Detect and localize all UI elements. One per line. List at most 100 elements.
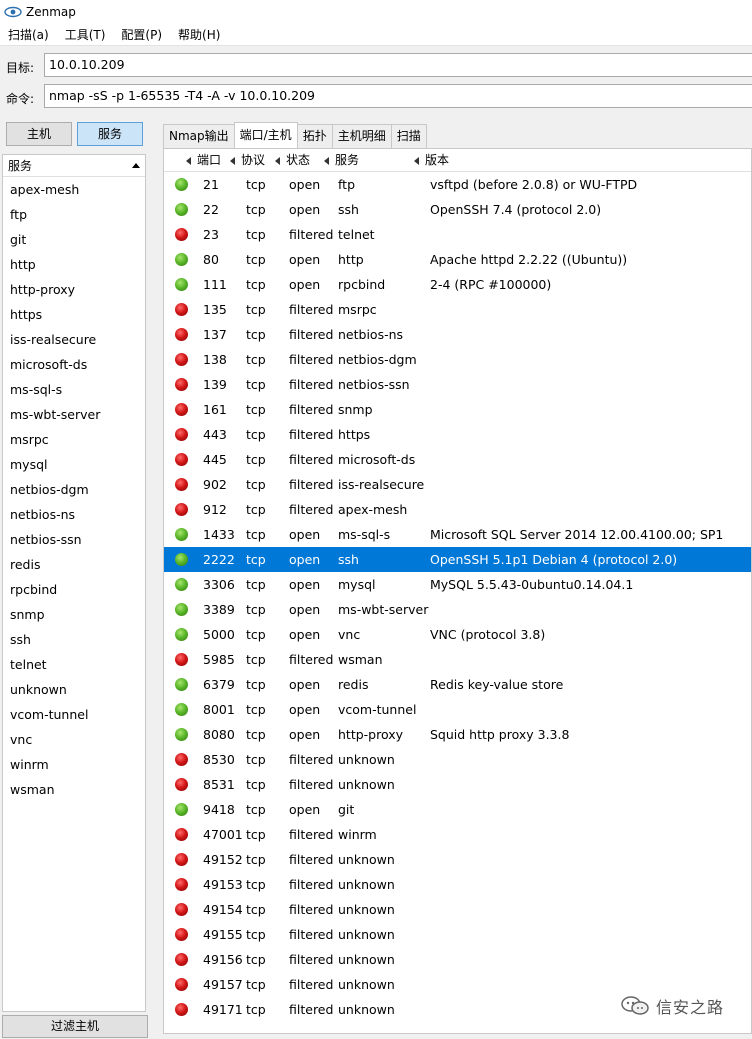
table-row[interactable]: 49156 tcp filtered unknown — [164, 947, 751, 972]
service-list-item[interactable]: ms-sql-s — [3, 377, 145, 402]
table-row[interactable]: 49153 tcp filtered unknown — [164, 872, 751, 897]
service-list-item[interactable]: telnet — [3, 652, 145, 677]
tab-scans[interactable]: 扫描 — [390, 124, 427, 148]
tab-host-details[interactable]: 主机明细 — [331, 124, 392, 148]
tab-ports-hosts[interactable]: 端口/主机 — [233, 122, 298, 148]
service-cell: unknown — [338, 777, 395, 792]
port-filtered-status-icon — [175, 778, 188, 791]
port-filtered-status-icon — [175, 403, 188, 416]
column-header-service[interactable]: 服务 — [324, 149, 359, 172]
service-list-item[interactable]: https — [3, 302, 145, 327]
service-list-item[interactable]: snmp — [3, 602, 145, 627]
table-row[interactable]: 80 tcp open http Apache httpd 2.2.22 ((Ubunt… — [164, 247, 751, 272]
table-row[interactable]: 49155 tcp filtered unknown — [164, 922, 751, 947]
table-row[interactable]: 8531 tcp filtered unknown — [164, 772, 751, 797]
service-list-item[interactable]: iss-realsecure — [3, 327, 145, 352]
table-row[interactable]: 3306 tcp open mysql MySQL 5.5.43-0ubuntu0.14… — [164, 572, 751, 597]
table-row[interactable]: 47001 tcp filtered winrm — [164, 822, 751, 847]
menu-tools[interactable]: 工具(T) — [57, 26, 114, 43]
table-row[interactable]: 111 tcp open rpcbind 2-4 (RPC #100000) — [164, 272, 751, 297]
service-list-item[interactable]: git — [3, 227, 145, 252]
service-cell: ftp — [338, 177, 356, 192]
table-row[interactable]: 5000 tcp open vnc VNC (protocol 3.8) — [164, 622, 751, 647]
table-row[interactable]: 137 tcp filtered netbios-ns — [164, 322, 751, 347]
table-row[interactable]: 135 tcp filtered msrpc — [164, 297, 751, 322]
port-cell: 49156 — [203, 952, 243, 967]
menu-scan[interactable]: 扫描(a) — [0, 26, 57, 43]
table-row[interactable]: 902 tcp filtered iss-realsecure — [164, 472, 751, 497]
service-list-item[interactable]: msrpc — [3, 427, 145, 452]
service-list-item[interactable]: ftp — [3, 202, 145, 227]
table-row[interactable]: 23 tcp filtered telnet — [164, 222, 751, 247]
column-header-state[interactable]: 状态 — [275, 149, 310, 172]
filter-hosts-button[interactable]: 过滤主机 — [2, 1015, 148, 1038]
service-list-item[interactable]: rpcbind — [3, 577, 145, 602]
service-list-item[interactable]: redis — [3, 552, 145, 577]
service-list-item[interactable]: unknown — [3, 677, 145, 702]
table-row[interactable]: 3389 tcp open ms-wbt-server — [164, 597, 751, 622]
protocol-cell: tcp — [246, 877, 266, 892]
port-open-status-icon — [175, 578, 188, 591]
table-row[interactable]: 161 tcp filtered snmp — [164, 397, 751, 422]
tab-nmap-output[interactable]: Nmap输出 — [163, 124, 235, 148]
port-cell: 111 — [203, 277, 227, 292]
service-list-item[interactable]: wsman — [3, 777, 145, 802]
port-cell: 21 — [203, 177, 219, 192]
protocol-cell: tcp — [246, 402, 266, 417]
service-list-item[interactable]: winrm — [3, 752, 145, 777]
service-list-item[interactable]: apex-mesh — [3, 177, 145, 202]
service-list-header[interactable]: 服务 — [3, 155, 145, 177]
service-cell: microsoft-ds — [338, 452, 416, 467]
state-cell: open — [289, 577, 321, 592]
service-list-item[interactable]: vnc — [3, 727, 145, 752]
service-cell: rpcbind — [338, 277, 386, 292]
column-header-version[interactable]: 版本 — [414, 149, 449, 172]
service-list-item[interactable]: ssh — [3, 627, 145, 652]
table-row[interactable]: 139 tcp filtered netbios-ssn — [164, 372, 751, 397]
service-list-item[interactable]: http-proxy — [3, 277, 145, 302]
port-cell: 3306 — [203, 577, 235, 592]
watermark-text: 信安之路 — [656, 998, 725, 1017]
protocol-cell: tcp — [246, 527, 266, 542]
table-row[interactable]: 1433 tcp open ms-sql-s Microsoft SQL Server … — [164, 522, 751, 547]
menu-profile[interactable]: 配置(P) — [113, 26, 170, 43]
column-header-port[interactable]: 端口 — [186, 149, 221, 172]
table-row[interactable]: 9418 tcp open git — [164, 797, 751, 822]
sort-ascending-icon — [132, 163, 140, 168]
table-row[interactable]: 22 tcp open ssh OpenSSH 7.4 (protocol 2.0) — [164, 197, 751, 222]
table-row[interactable]: 8080 tcp open http-proxy Squid http proxy 3.… — [164, 722, 751, 747]
state-cell: filtered — [289, 427, 334, 442]
sort-arrow-icon — [186, 156, 191, 165]
service-list-item[interactable]: http — [3, 252, 145, 277]
service-list-item[interactable]: vcom-tunnel — [3, 702, 145, 727]
table-row[interactable]: 8001 tcp open vcom-tunnel — [164, 697, 751, 722]
table-row[interactable]: 2222 tcp open ssh OpenSSH 5.1p1 Debian 4 (pr… — [164, 547, 751, 572]
table-row[interactable]: 6379 tcp open redis Redis key-value store — [164, 672, 751, 697]
command-input[interactable]: nmap -sS -p 1-65535 -T4 -A -v 10.0.10.20… — [44, 84, 752, 108]
service-list-item[interactable]: netbios-ssn — [3, 527, 145, 552]
hosts-button[interactable]: 主机 — [6, 122, 72, 146]
port-open-status-icon — [175, 728, 188, 741]
table-row[interactable]: 445 tcp filtered microsoft-ds — [164, 447, 751, 472]
tab-topology[interactable]: 拓扑 — [296, 124, 333, 148]
service-list-item[interactable]: netbios-dgm — [3, 477, 145, 502]
services-button[interactable]: 服务 — [77, 122, 143, 146]
column-header-protocol[interactable]: 协议 — [230, 149, 265, 172]
table-row[interactable]: 49154 tcp filtered unknown — [164, 897, 751, 922]
target-input[interactable]: 10.0.10.209 — [44, 53, 752, 77]
table-row[interactable]: 21 tcp open ftp vsftpd (before 2.0.8) or WU-… — [164, 172, 751, 197]
table-row[interactable]: 49152 tcp filtered unknown — [164, 847, 751, 872]
table-row[interactable]: 912 tcp filtered apex-mesh — [164, 497, 751, 522]
table-row[interactable]: 8530 tcp filtered unknown — [164, 747, 751, 772]
table-row[interactable]: 5985 tcp filtered wsman — [164, 647, 751, 672]
service-list-item[interactable]: netbios-ns — [3, 502, 145, 527]
menu-help[interactable]: 帮助(H) — [170, 26, 228, 43]
table-row[interactable]: 138 tcp filtered netbios-dgm — [164, 347, 751, 372]
table-row[interactable]: 443 tcp filtered https — [164, 422, 751, 447]
service-list-item[interactable]: mysql — [3, 452, 145, 477]
service-list-item[interactable]: microsoft-ds — [3, 352, 145, 377]
service-list-item[interactable]: ms-wbt-server — [3, 402, 145, 427]
state-cell: filtered — [289, 902, 334, 917]
port-cell: 8080 — [203, 727, 235, 742]
protocol-cell: tcp — [246, 677, 266, 692]
